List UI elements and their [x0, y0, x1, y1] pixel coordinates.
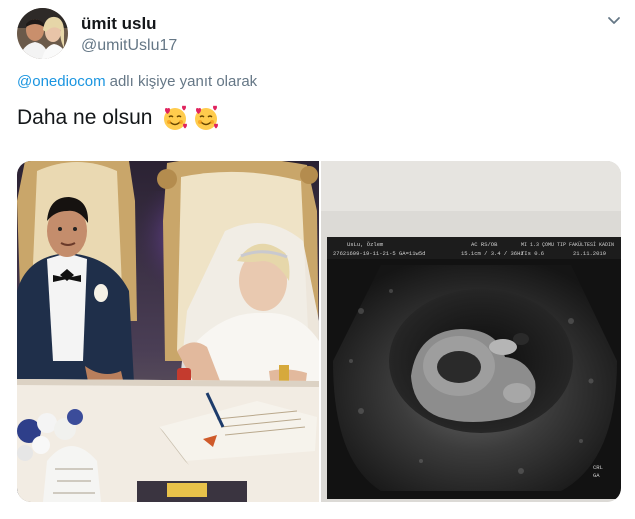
ultrasound-settings-label: 15.1cm / 3.4 / 36Hz: [461, 250, 524, 257]
tweet-media: UsLu, Özlem 27621609-19-11-21-5 GA=11w5d…: [17, 161, 621, 502]
ultrasound-photo[interactable]: UsLu, Özlem 27621609-19-11-21-5 GA=11w5d…: [321, 161, 621, 502]
ultrasound-date: 21.11.2019: [573, 250, 606, 257]
tweet-header: ümit uslu @umitUslu17: [17, 8, 621, 64]
tweet-text: Daha ne olsun: [17, 106, 153, 129]
ultrasound-probe-label: AC RS/OB: [471, 241, 498, 248]
tweet-body: Daha ne olsun: [17, 104, 220, 132]
reply-label: adlı kişiye yanıt olarak: [109, 73, 258, 90]
ultrasound-crl-label: CRL: [593, 464, 603, 471]
author-name[interactable]: ümit uslu: [81, 14, 157, 34]
smiling-face-with-hearts-icon: [195, 105, 219, 130]
ultrasound-tis-label: TIs 0.6: [521, 250, 544, 257]
reply-context: @onediocom adlı kişiye yanıt olarak: [17, 73, 257, 90]
wedding-photo[interactable]: [17, 161, 319, 502]
author-handle[interactable]: @umitUslu17: [81, 37, 177, 55]
smiling-face-with-hearts-icon: [164, 105, 188, 130]
reply-mention-link[interactable]: @onediocom: [17, 73, 106, 90]
ultrasound-patient-id: 27621609-19-11-21-5 GA=11w5d: [333, 250, 425, 257]
chevron-down-icon[interactable]: [607, 14, 621, 28]
ultrasound-patient-label: UsLu, Özlem: [347, 241, 384, 248]
ultrasound-clinic-label: MI 1.3 ÇOMU TIP FAKÜLTESİ KADIN: [521, 241, 614, 248]
ultrasound-ga-label: GA: [593, 472, 600, 479]
avatar[interactable]: [17, 8, 68, 59]
